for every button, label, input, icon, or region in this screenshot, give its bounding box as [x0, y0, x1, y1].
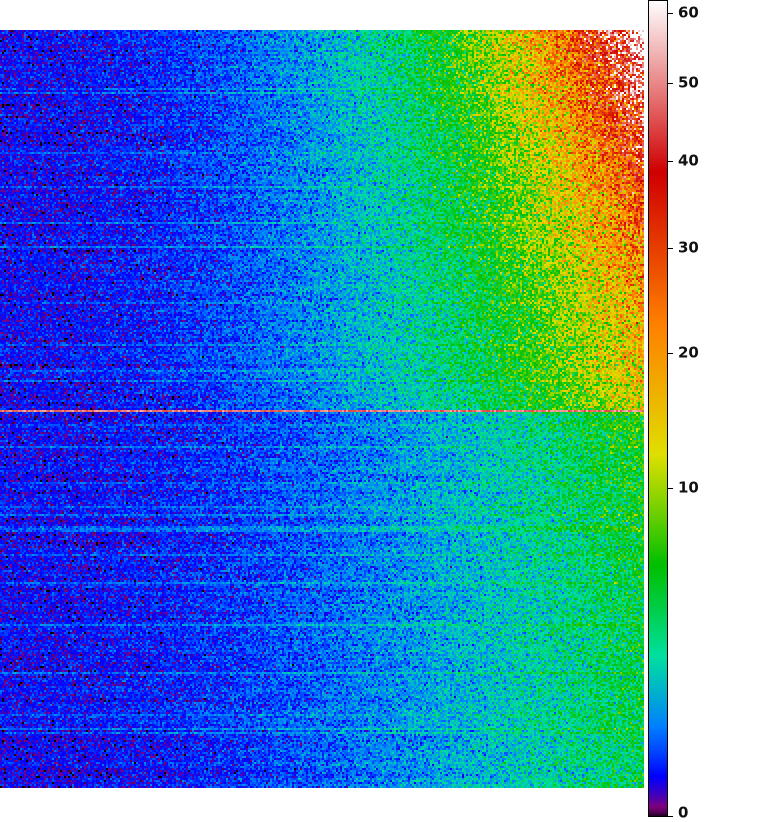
- colorbar-tick-mark: [668, 488, 673, 490]
- colorbar-tick-label: 50: [678, 73, 699, 92]
- colorbar-tick-label: 20: [678, 343, 699, 362]
- colorbar-tick-label: 30: [678, 238, 699, 257]
- colorbar-tick-mark: [668, 83, 673, 85]
- colorbar-tick-label: 10: [678, 478, 699, 497]
- colorbar-tick-mark: [668, 352, 673, 354]
- colorbar-tick-label: 60: [678, 3, 699, 22]
- colorbar-tick-mark: [668, 160, 673, 162]
- colorbar-tick-mark: [668, 248, 673, 250]
- colorbar-tick-label: 0: [678, 803, 689, 822]
- colorbar: [648, 0, 668, 817]
- colorbar-tick-mark: [668, 13, 673, 15]
- heatmap-image: [0, 30, 644, 788]
- colorbar-tick-label: 40: [678, 151, 699, 170]
